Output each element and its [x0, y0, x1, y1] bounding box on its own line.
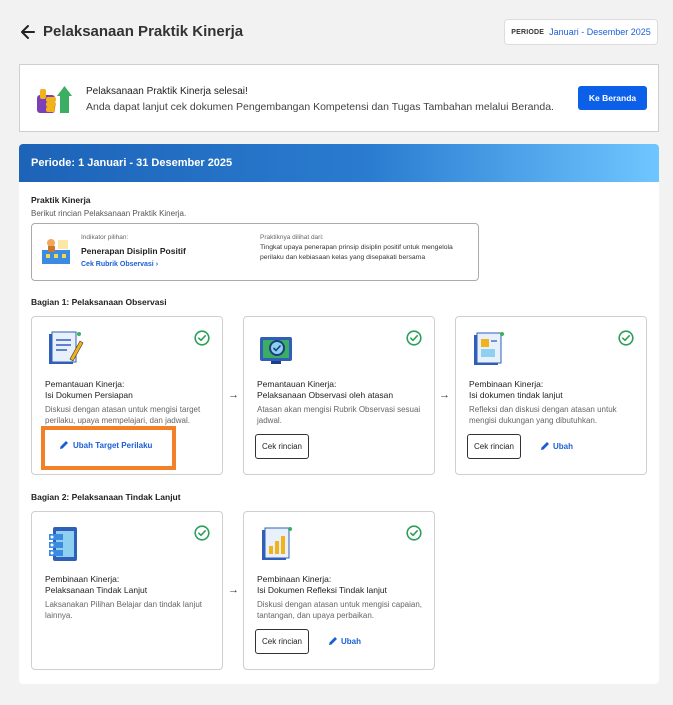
- highlight-box: Ubah Target Perilaku: [41, 426, 176, 470]
- praktik-label: Praktiknya dilihat dari:: [260, 234, 324, 241]
- pencil-icon: [329, 637, 337, 645]
- periode-label: PERIODE: [511, 28, 545, 36]
- card-dokumen-refleksi: Pembinaan Kinerja: Isi Dokumen Refleksi …: [243, 511, 435, 670]
- document-edit-icon: [49, 331, 84, 364]
- praktik-title: Praktik Kinerja: [31, 195, 91, 205]
- cek-rubrik-label: Cek Rubrik Observasi: [81, 261, 154, 268]
- card-title: Isi Dokumen Persiapan: [45, 390, 133, 400]
- card-description: Diskusi dengan atasan untuk mengisi targ…: [45, 405, 201, 425]
- card-pelaksanaan-tindak-lanjut: Pembinaan Kinerja: Pelaksanaan Tindak La…: [31, 511, 223, 670]
- report-chart-icon: [262, 527, 292, 560]
- thumbs-up-growth-icon: [37, 86, 72, 113]
- card-title: Isi Dokumen Refleksi Tindak lanjut: [257, 585, 387, 595]
- card-description: Laksanakan Pilihan Belajar dan tindak la…: [45, 600, 202, 620]
- ubah-target-perilaku-label: Ubah Target Perilaku: [73, 440, 153, 450]
- chevron-right-icon: ›: [155, 261, 159, 268]
- check-circle-icon: [406, 330, 422, 346]
- arrow-right-icon: →: [228, 584, 239, 596]
- page-title: Pelaksanaan Praktik Kinerja: [43, 23, 244, 40]
- cek-rincian-button[interactable]: Cek rincian: [255, 629, 309, 654]
- ubah-label: Ubah: [553, 441, 573, 451]
- periode-value: Januari - Desember 2025: [549, 27, 651, 37]
- card-subtitle: Pembinaan Kinerja:: [45, 574, 120, 584]
- card-description: Diskusi dengan atasan untuk mengisi capa…: [257, 600, 422, 620]
- card-subtitle: Pembinaan Kinerja:: [257, 574, 332, 584]
- check-circle-icon: [194, 525, 210, 541]
- main-panel: Periode: 1 Januari - 31 Desember 2025 Pr…: [19, 144, 659, 684]
- observation-monitor-icon: [260, 337, 292, 364]
- check-circle-icon: [618, 330, 634, 346]
- card-subtitle: Pemantauan Kinerja:: [45, 379, 125, 389]
- indicator-label: Indikator pilihan:: [81, 234, 129, 241]
- bagian-1-title: Bagian 1: Pelaksanaan Observasi: [31, 297, 167, 307]
- cek-rincian-button[interactable]: Cek rincian: [255, 434, 309, 459]
- period-bar: Periode: 1 Januari - 31 Desember 2025: [19, 144, 659, 182]
- check-circle-icon: [194, 330, 210, 346]
- indicator-box: Indikator pilihan: Penerapan Disiplin Po…: [31, 223, 479, 281]
- praktik-value: Tingkat upaya penerapan prinsip disiplin…: [260, 244, 453, 261]
- card-subtitle: Pembinaan Kinerja:: [469, 379, 544, 389]
- cek-rubrik-link[interactable]: Cek Rubrik Observasi ›: [81, 261, 158, 268]
- arrow-right-icon: →: [228, 389, 239, 401]
- ubah-link[interactable]: Ubah: [540, 441, 573, 451]
- ubah-link[interactable]: Ubah: [328, 636, 361, 646]
- indicator-value: Penerapan Disiplin Positif: [81, 246, 186, 256]
- pencil-icon: [60, 441, 68, 449]
- card-title: Isi dokumen tindak lanjut: [469, 390, 563, 400]
- pencil-icon: [541, 442, 549, 450]
- page-header: Pelaksanaan Praktik Kinerja PERIODE Janu…: [0, 0, 673, 64]
- card-description: Atasan akan mengisi Rubrik Observasi ses…: [257, 405, 421, 425]
- card-title: Pelaksanaan Tindak Lanjut: [45, 585, 148, 595]
- ubah-target-perilaku-link[interactable]: Ubah Target Perilaku: [59, 440, 152, 450]
- ke-beranda-button[interactable]: Ke Beranda: [578, 86, 647, 110]
- card-description: Refleksi dan diskusi dengan atasan untuk…: [469, 405, 617, 425]
- card-subtitle: Pemantauan Kinerja:: [257, 379, 337, 389]
- discipline-icon: [42, 239, 70, 264]
- followup-document-icon: [474, 332, 504, 365]
- arrow-right-icon: →: [439, 389, 450, 401]
- ubah-label: Ubah: [341, 636, 361, 646]
- card-tindak-lanjut-dokumen: Pembinaan Kinerja: Isi dokumen tindak la…: [455, 316, 647, 475]
- back-arrow-icon[interactable]: [20, 22, 36, 42]
- periode-badge: PERIODE Januari - Desember 2025: [504, 19, 658, 45]
- checklist-tablet-icon: [49, 527, 77, 561]
- card-title: Pelaksanaan Observasi oleh atasan: [257, 390, 394, 400]
- period-bar-text: Periode: 1 Januari - 31 Desember 2025: [31, 157, 233, 169]
- card-observasi-atasan: Pemantauan Kinerja: Pelaksanaan Observas…: [243, 316, 435, 475]
- praktik-subtitle: Berikut rincian Pelaksanaan Praktik Kine…: [31, 209, 187, 218]
- notice-title: Pelaksanaan Praktik Kinerja selesai!: [86, 86, 248, 97]
- check-circle-icon: [406, 525, 422, 541]
- cek-rincian-button[interactable]: Cek rincian: [467, 434, 521, 459]
- completion-notice: Pelaksanaan Praktik Kinerja selesai! And…: [19, 64, 659, 132]
- bagian-2-title: Bagian 2: Pelaksanaan Tindak Lanjut: [31, 492, 181, 502]
- notice-subtitle: Anda dapat lanjut cek dokumen Pengembang…: [86, 101, 554, 113]
